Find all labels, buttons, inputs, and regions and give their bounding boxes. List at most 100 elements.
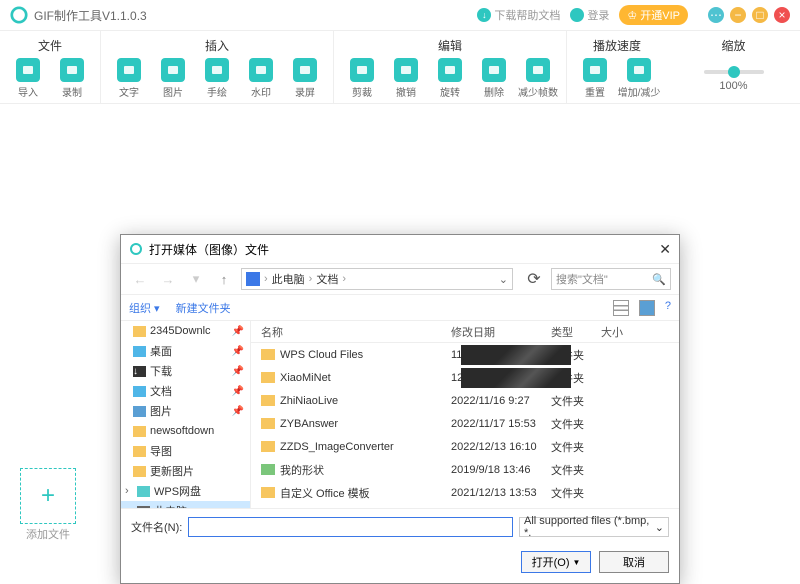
image-icon — [161, 58, 185, 82]
login-link[interactable]: 登录 — [570, 7, 609, 23]
tool-label: 增加/减少 — [618, 84, 661, 99]
file-row[interactable]: ZYBAnswer2022/11/17 15:53文件夹 — [251, 412, 679, 435]
nav-recent-button[interactable]: ▾ — [185, 268, 207, 290]
help-icon[interactable]: ? — [665, 300, 671, 316]
nav-up-button[interactable]: ↑ — [213, 268, 235, 290]
path-dropdown-icon[interactable]: ⌄ — [499, 273, 508, 286]
tree-item[interactable]: 图片📌 — [121, 401, 250, 421]
file-row[interactable]: 自定义 Office 模板2021/12/13 13:53文件夹 — [251, 481, 679, 504]
tree-item[interactable]: ↓下载📌 — [121, 361, 250, 381]
file-list[interactable]: WPS Cloud Files11/1 21:31文件夹XiaoMiNet12/… — [251, 343, 679, 504]
view-list-icon[interactable] — [613, 300, 629, 316]
file-row[interactable]: ZhiNiaoLive2022/11/16 9:27文件夹 — [251, 389, 679, 412]
doc-icon — [133, 386, 146, 397]
tool-label: 重置 — [585, 84, 605, 99]
file-date: 2019/9/18 13:46 — [451, 464, 551, 476]
minimize-button[interactable]: − — [730, 7, 746, 23]
tool-undo-button[interactable]: 撤销 — [388, 58, 424, 99]
tool-rec-button[interactable]: 录屏 — [287, 58, 323, 99]
maximize-button[interactable]: □ — [752, 7, 768, 23]
tree-item-label: 更新图片 — [150, 463, 194, 479]
col-type[interactable]: 类型 — [551, 324, 601, 340]
tool-camera-button[interactable]: 录制 — [54, 58, 90, 99]
vip-button[interactable]: ♔ 开通VIP — [619, 5, 688, 25]
search-box[interactable]: 搜索"文档" 🔍 — [551, 268, 671, 290]
tree-item[interactable]: 文档📌 — [121, 381, 250, 401]
rotate-icon — [438, 58, 462, 82]
download-icon: ↓ — [133, 366, 146, 377]
tool-label: 导入 — [18, 84, 38, 99]
tool-frames-button[interactable]: 减少帧数 — [520, 58, 556, 99]
file-row[interactable]: 我的形状2019/9/18 13:46文件夹 — [251, 458, 679, 481]
speed-icon — [627, 58, 651, 82]
shape-icon — [261, 464, 275, 475]
view-detail-icon[interactable] — [639, 300, 655, 316]
folder-icon — [261, 441, 275, 452]
tree-item[interactable]: 导图 — [121, 441, 250, 461]
tool-group-header: 插入 — [111, 37, 323, 54]
file-row[interactable]: ZZDS_ImageConverter2022/12/13 16:10文件夹 — [251, 435, 679, 458]
tool-draw-button[interactable]: 手绘 — [199, 58, 235, 99]
file-pane: 名称 修改日期 类型 大小 WPS Cloud Files11/1 21:31文… — [251, 321, 679, 508]
open-button[interactable]: 打开(O) ▼ — [521, 551, 591, 573]
tool-speed-button[interactable]: 增加/减少 — [621, 58, 657, 99]
tree-item-label: 桌面 — [150, 343, 172, 359]
crown-icon: ♔ — [627, 10, 637, 22]
tool-label: 图片 — [163, 84, 183, 99]
folder-tree[interactable]: 2345Downlc📌桌面📌↓下载📌文档📌图片📌newsoftdown导图更新图… — [121, 321, 251, 508]
file-open-dialog: 打开媒体（图像）文件 ✕ ← → ▾ ↑ › 此电脑 › 文档 › ⌄ ⟳ 搜索… — [120, 234, 680, 584]
tool-group: 插入文字 图片 手绘水印 录屏 — [101, 31, 334, 103]
tool-water-button[interactable]: 水印 — [243, 58, 279, 99]
file-date: 2022/11/16 9:27 — [451, 395, 551, 407]
tool-trash-button[interactable]: 删除 — [476, 58, 512, 99]
tool-rotate-button[interactable]: 旋转 — [432, 58, 468, 99]
nav-forward-button[interactable]: → — [157, 268, 179, 290]
tree-item-label: 图片 — [150, 403, 172, 419]
filename-input[interactable] — [188, 517, 513, 537]
tool-image-button[interactable]: 图片 — [155, 58, 191, 99]
nav-back-button[interactable]: ← — [129, 268, 151, 290]
tree-item[interactable]: 2345Downlc📌 — [121, 321, 250, 341]
user-icon — [570, 8, 584, 22]
file-name: ZZDS_ImageConverter — [280, 441, 394, 453]
tool-label: 水印 — [251, 84, 271, 99]
tool-label: 删除 — [484, 84, 504, 99]
dialog-close-button[interactable]: ✕ — [659, 241, 671, 258]
pin-icon: 📌 — [232, 326, 244, 337]
breadcrumb-0[interactable]: 此电脑 — [272, 271, 305, 287]
tool-crop-button[interactable]: 剪裁 — [344, 58, 380, 99]
water-icon — [249, 58, 273, 82]
close-app-button[interactable]: × — [774, 7, 790, 23]
tree-item[interactable]: 更新图片 — [121, 461, 250, 481]
add-file-button[interactable]: + — [20, 468, 76, 524]
refresh-button[interactable]: ⟳ — [523, 269, 545, 289]
tree-item[interactable]: 桌面📌 — [121, 341, 250, 361]
new-folder-button[interactable]: 新建文件夹 — [176, 300, 231, 316]
tree-item[interactable]: ›WPS网盘 — [121, 481, 250, 501]
tool-text-button[interactable]: 文字 — [111, 58, 147, 99]
tree-item-label: newsoftdown — [150, 425, 214, 437]
cancel-button[interactable]: 取消 — [599, 551, 669, 573]
file-row[interactable]: XiaoMiNet12/2 15:38文件夹 — [251, 366, 679, 389]
tree-item[interactable]: newsoftdown — [121, 421, 250, 441]
col-name[interactable]: 名称 — [251, 324, 451, 340]
tool-label: 撤销 — [396, 84, 416, 99]
breadcrumb-1[interactable]: 文档 — [316, 271, 338, 287]
add-file-label: 添加文件 — [20, 526, 76, 542]
organize-button[interactable]: 组织 ▾ — [129, 300, 160, 316]
tool-label: 录制 — [62, 84, 82, 99]
settings-button[interactable]: ⋯ — [708, 7, 724, 23]
help-link[interactable]: ↓ 下载帮助文档 — [477, 7, 560, 23]
folder-icon — [261, 372, 275, 383]
zoom-slider[interactable] — [704, 70, 764, 74]
col-size[interactable]: 大小 — [601, 324, 641, 340]
col-date[interactable]: 修改日期 — [451, 324, 551, 340]
tool-label: 文字 — [119, 84, 139, 99]
file-row[interactable]: WPS Cloud Files11/1 21:31文件夹 — [251, 343, 679, 366]
tool-folder-button[interactable]: 导入 — [10, 58, 46, 99]
tool-reset-button[interactable]: 重置 — [577, 58, 613, 99]
file-date: 2022/12/13 16:10 — [451, 441, 551, 453]
tree-item[interactable]: ›此电脑 — [121, 501, 250, 508]
file-filter-dropdown[interactable]: All supported files (*.bmp, *. ⌄ — [519, 517, 669, 537]
path-bar[interactable]: › 此电脑 › 文档 › ⌄ — [241, 268, 513, 290]
